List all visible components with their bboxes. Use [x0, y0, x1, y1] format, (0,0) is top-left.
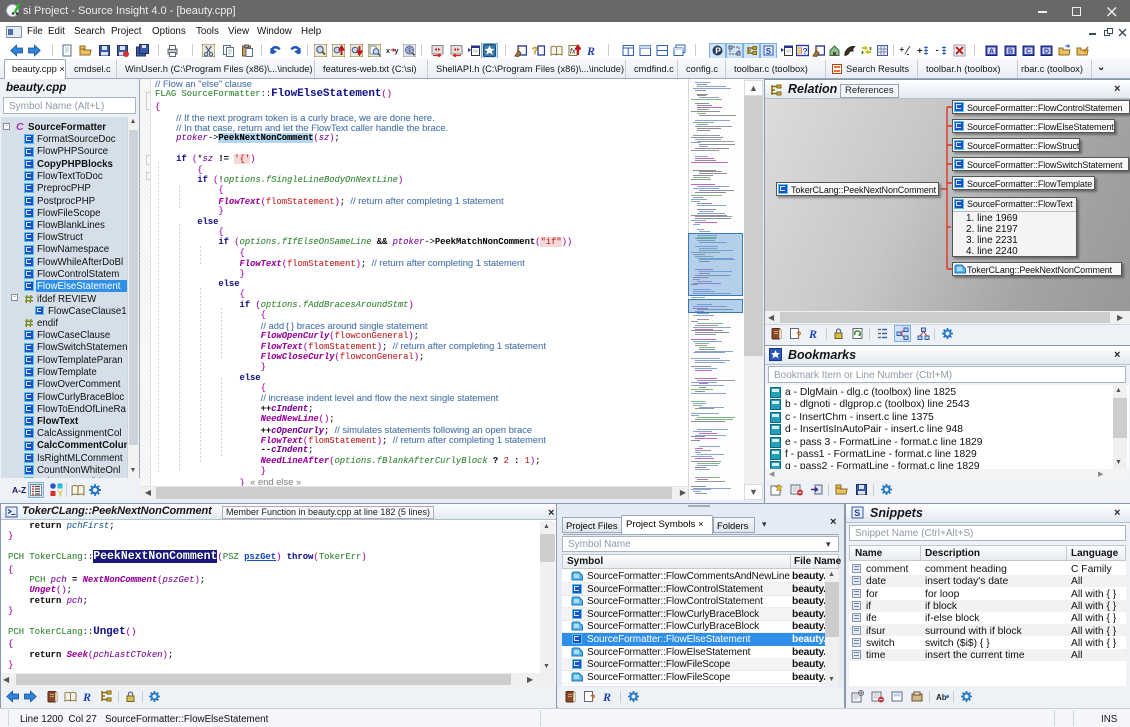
svg-text:fx: fx: [570, 49, 576, 56]
svg-text:?: ?: [532, 46, 538, 57]
svg-text:B: B: [1008, 49, 1013, 56]
svg-text:D: D: [1044, 49, 1049, 56]
svg-text:?: ?: [590, 693, 596, 703]
svg-text:A: A: [989, 49, 994, 56]
svg-text:P: P: [715, 46, 721, 56]
svg-text:x: x: [386, 48, 390, 55]
svg-text:S: S: [766, 47, 772, 56]
svg-text:R: R: [602, 690, 611, 703]
svg-text:+: +: [917, 46, 923, 57]
svg-text:Ab: Ab: [936, 693, 947, 702]
svg-text:Y: Y: [58, 490, 64, 498]
svg-text:R: R: [808, 327, 817, 340]
svg-text:R: R: [82, 690, 91, 703]
svg-text:-: -: [936, 45, 939, 56]
svg-text:?: ?: [796, 330, 802, 340]
svg-text:C: C: [1026, 49, 1031, 56]
svg-text:-: -: [907, 50, 910, 58]
svg-text:y: y: [395, 48, 399, 55]
svg-text:?: ?: [803, 46, 808, 56]
svg-text:R: R: [586, 44, 595, 57]
svg-text:S: S: [854, 508, 860, 518]
svg-text:+: +: [900, 45, 905, 54]
